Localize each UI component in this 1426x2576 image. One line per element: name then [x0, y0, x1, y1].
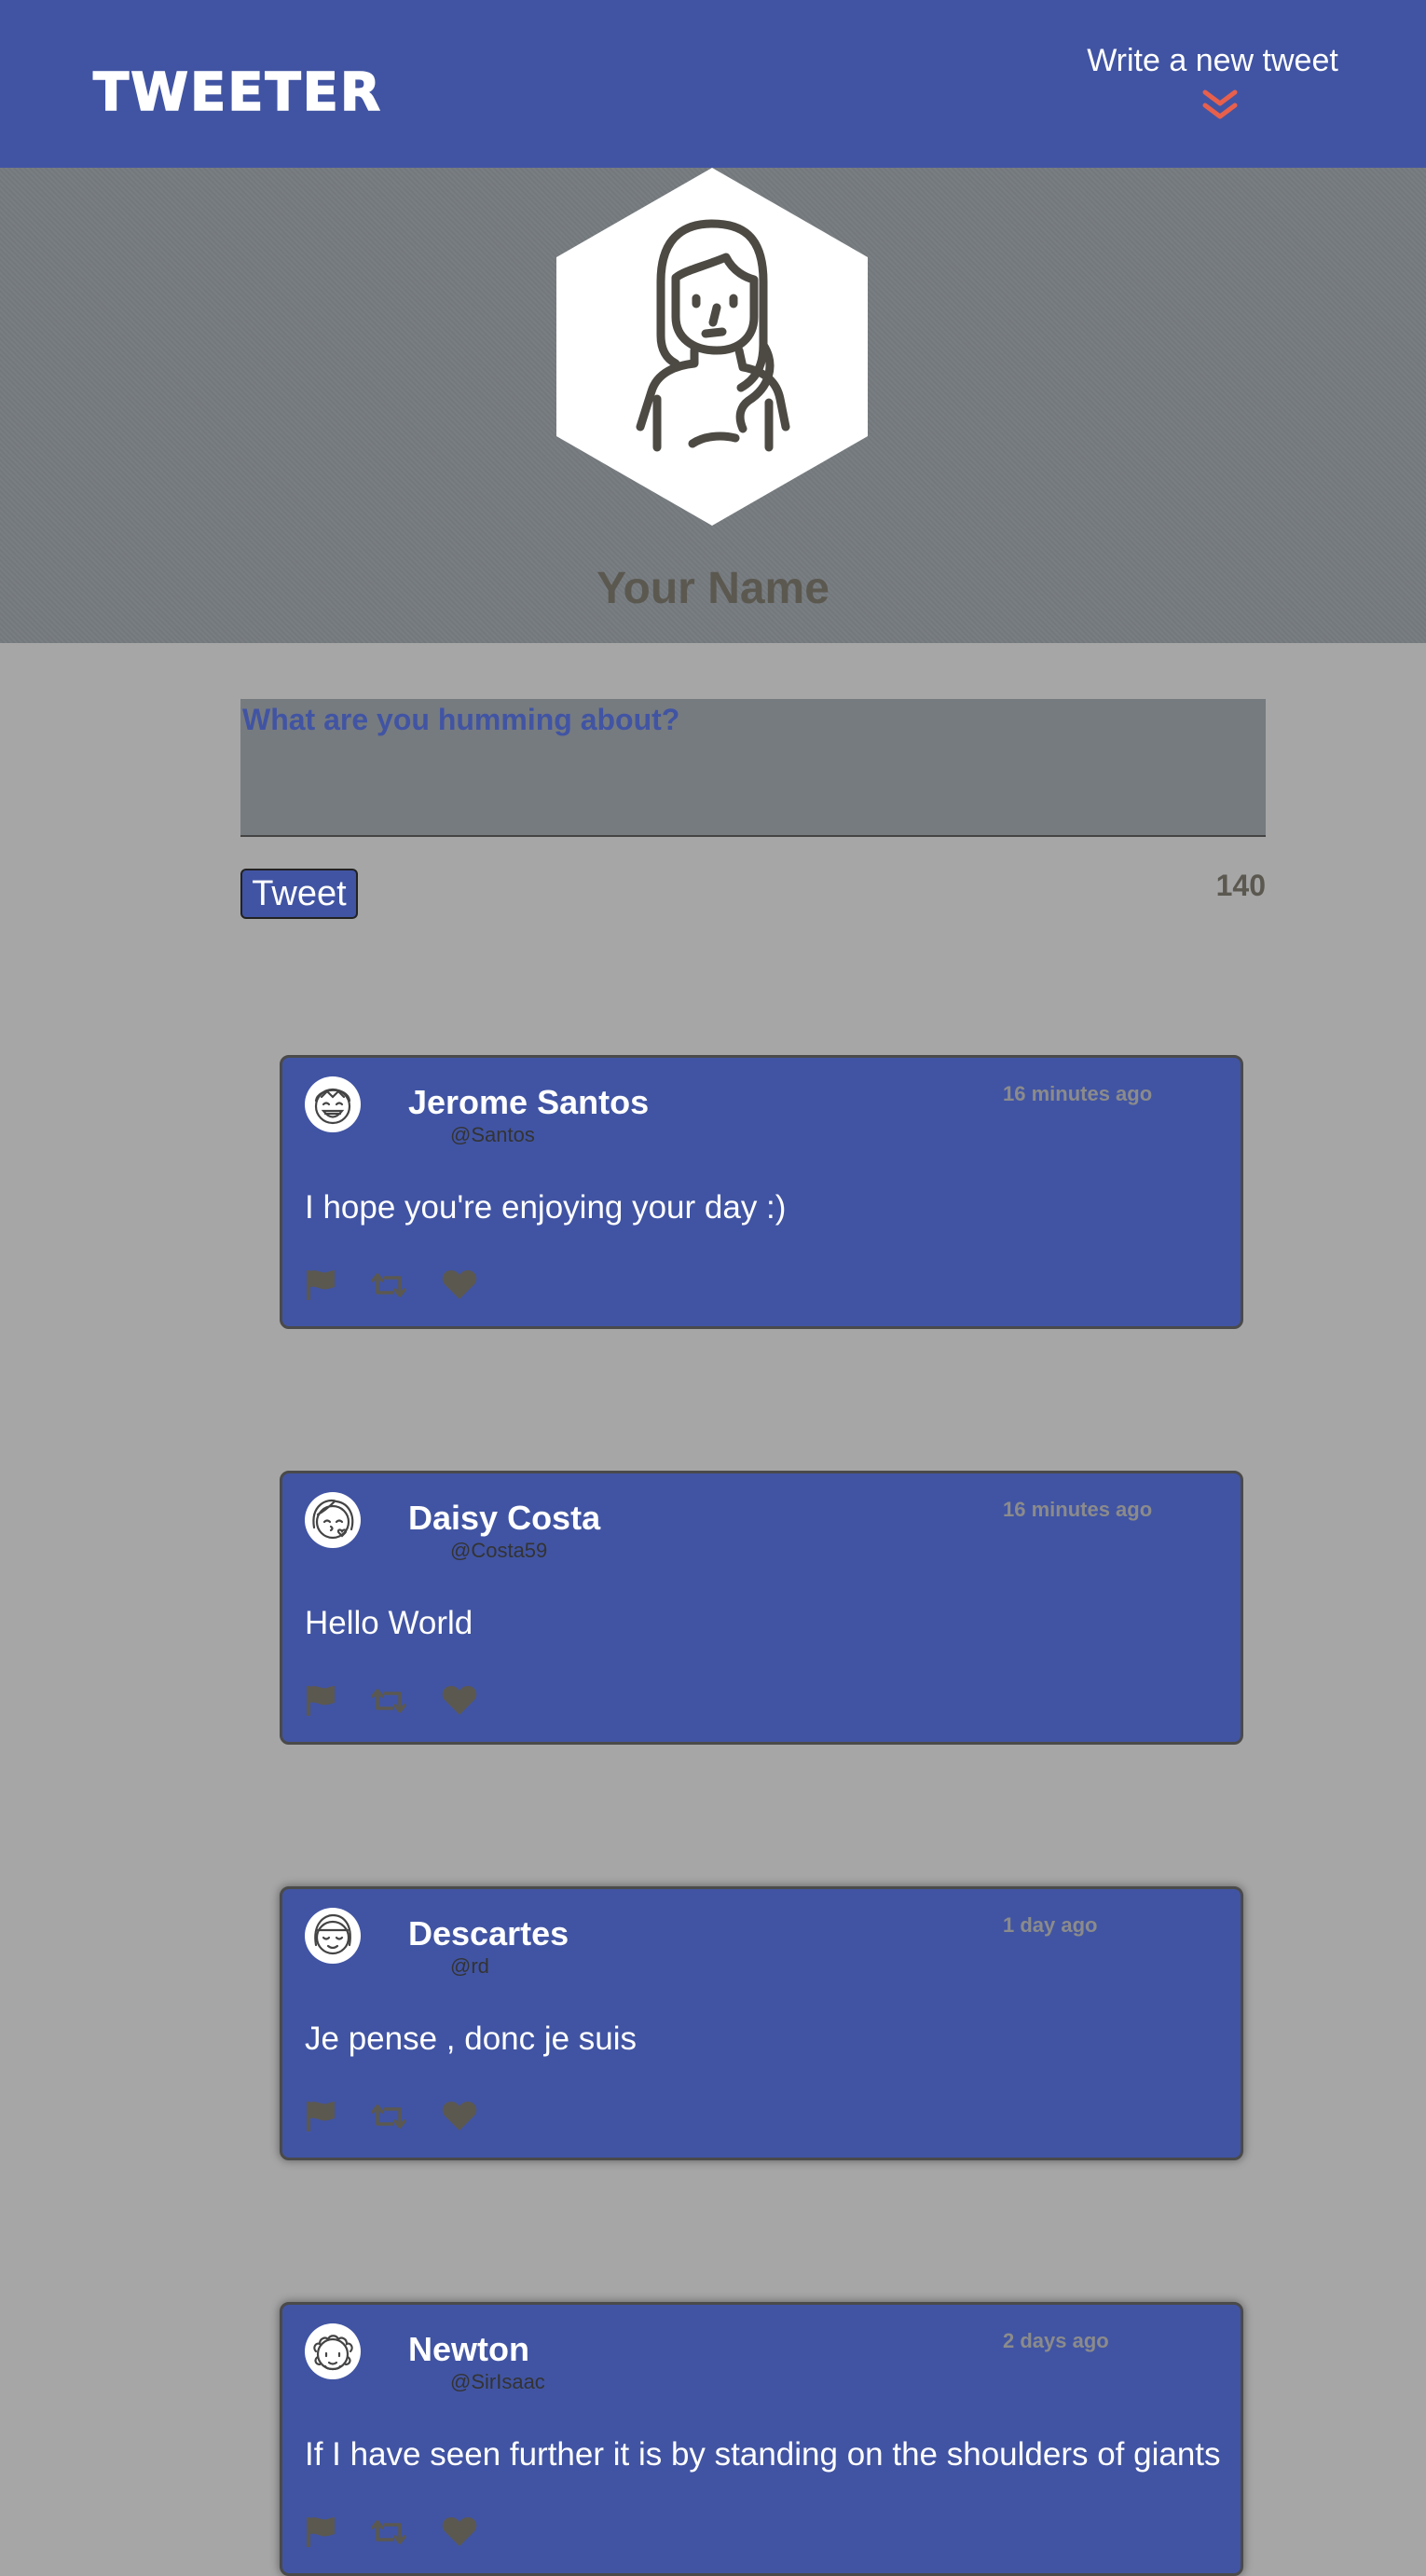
tweet-author-name[interactable]: Daisy Costa: [408, 1501, 600, 1535]
heart-icon[interactable]: [441, 2515, 478, 2549]
tweet-timestamp: 16 minutes ago: [1003, 1498, 1153, 1521]
tweet-timestamp: 2 days ago: [1003, 2329, 1109, 2352]
flag-icon[interactable]: [305, 2100, 336, 2133]
flag-icon[interactable]: [305, 2515, 336, 2549]
retweet-icon[interactable]: [370, 2515, 407, 2549]
tweet-card: Descartes @rd 1 day ago Je pense , donc je …: [280, 1886, 1243, 2160]
tweet-text: Hello World: [305, 1605, 473, 1641]
char-counter: 140: [1215, 869, 1266, 902]
tweet-text: If I have seen further it is by standing…: [305, 2436, 1221, 2473]
profile-header: Your Name: [0, 168, 1426, 643]
tweet-text: Je pense , donc je suis: [305, 2021, 638, 2057]
flag-icon[interactable]: [305, 1684, 336, 1718]
smiling-girl-avatar-icon[interactable]: [305, 1908, 361, 1964]
heart-icon[interactable]: [441, 2100, 478, 2133]
flag-icon[interactable]: [305, 1268, 336, 1302]
tweet-button[interactable]: Tweet: [240, 869, 358, 919]
tweet-author-name[interactable]: Descartes: [408, 1917, 569, 1951]
tweet-author-handle[interactable]: @Costa59: [450, 1541, 547, 1561]
tweet-author-handle[interactable]: @rd: [450, 1956, 489, 1977]
tweet-card: Newton @SirIsaac 2 days ago If I have seen …: [280, 2302, 1243, 2576]
retweet-icon[interactable]: [370, 1268, 407, 1302]
retweet-icon[interactable]: [370, 2100, 407, 2133]
curly-hair-avatar-icon[interactable]: [305, 2323, 361, 2379]
kissing-girl-avatar-icon[interactable]: [305, 1492, 361, 1548]
retweet-icon[interactable]: [370, 1684, 407, 1718]
laughing-boy-avatar-icon[interactable]: [305, 1076, 361, 1132]
tweet-author-handle[interactable]: @SirIsaac: [450, 2372, 545, 2392]
profile-name: Your Name: [596, 564, 830, 613]
heart-icon[interactable]: [441, 1684, 478, 1718]
tweet-card: Jerome Santos @Santos 16 minutes ago I hope…: [280, 1055, 1243, 1329]
tweet-compose-input[interactable]: [240, 699, 1266, 837]
heart-icon[interactable]: [441, 1268, 478, 1302]
top-nav: TWEETER Write a new tweet: [0, 0, 1426, 168]
tweet-author-handle[interactable]: @Santos: [450, 1125, 535, 1145]
write-new-tweet-link[interactable]: Write a new tweet: [1072, 45, 1353, 76]
double-chevron-down-icon[interactable]: [1200, 89, 1241, 120]
tweet-text: I hope you're enjoying your day :): [305, 1189, 787, 1226]
tweet-author-name[interactable]: Newton: [408, 2333, 529, 2366]
tweet-card: Daisy Costa @Costa59 16 minutes ago Hello W…: [280, 1471, 1243, 1745]
app-logo[interactable]: TWEETER: [92, 66, 382, 120]
tweet-timestamp: 1 day ago: [1003, 1913, 1098, 1937]
tweet-timestamp: 16 minutes ago: [1003, 1082, 1153, 1105]
woman-avatar-icon: [556, 168, 868, 526]
tweet-author-name[interactable]: Jerome Santos: [408, 1086, 649, 1119]
